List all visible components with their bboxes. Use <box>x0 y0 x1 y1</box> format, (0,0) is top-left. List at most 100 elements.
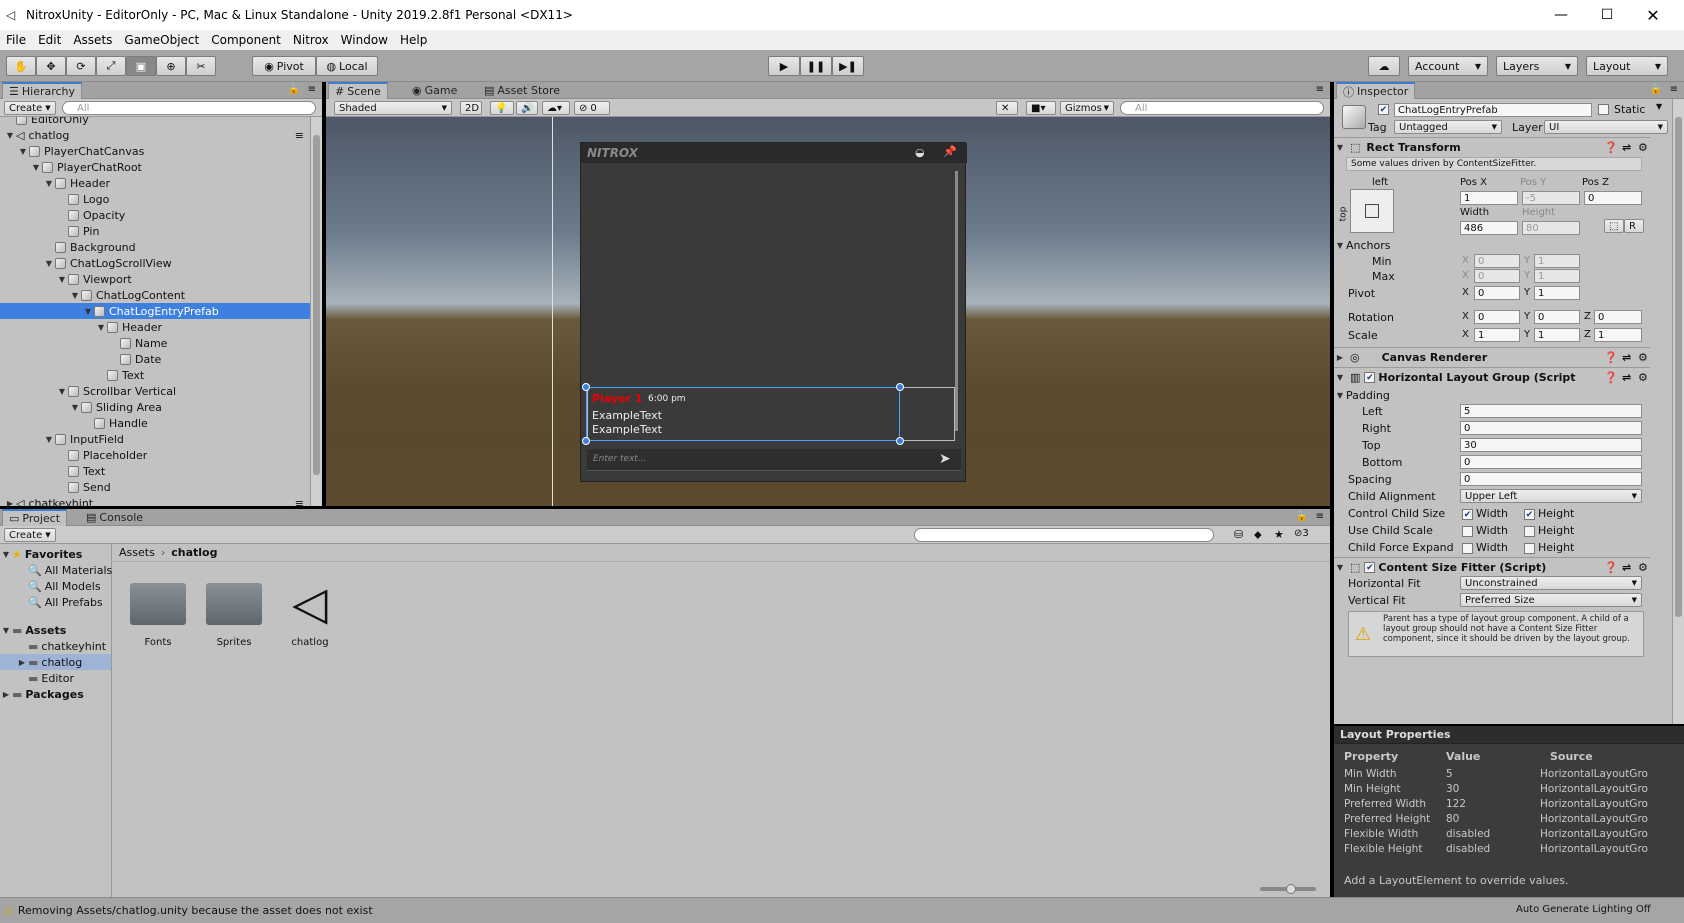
preset-icon[interactable]: ⇌ <box>1622 561 1631 574</box>
help-icon[interactable]: ❓ <box>1604 371 1618 384</box>
settings-gear-icon[interactable]: ⚙ <box>1638 351 1648 364</box>
csf-header[interactable]: ▼ ⬚ ✔ Content Size Fitter (Script) ❓ ⇌ ⚙ <box>1334 557 1650 577</box>
tab-asset-store[interactable]: ▤ Asset Store <box>478 82 566 99</box>
anchor-min-y-field[interactable]: 1 <box>1534 254 1580 268</box>
settings-gear-icon[interactable]: ⚙ <box>1638 141 1648 154</box>
scene-menu-icon[interactable]: ≡ <box>295 129 304 142</box>
hierarchy-item[interactable]: Date <box>0 351 310 367</box>
layer-dropdown[interactable]: UI ▼ <box>1544 120 1668 134</box>
chevron-down-icon[interactable]: ▼ <box>4 131 16 140</box>
panel-menu-icon[interactable]: ≡ <box>1670 84 1678 95</box>
help-icon[interactable]: ❓ <box>1604 141 1618 154</box>
rect-handle[interactable] <box>896 383 904 391</box>
close-button[interactable]: ✕ <box>1630 0 1676 30</box>
hierarchy-item[interactable]: Pin <box>0 223 310 239</box>
2d-toggle[interactable]: 2D <box>460 101 482 115</box>
camera-icon[interactable]: ■▾ <box>1026 101 1056 115</box>
padding-foldout[interactable]: ▼ Padding <box>1334 387 1390 403</box>
hierarchy-item[interactable]: Background <box>0 239 310 255</box>
tab-inspector[interactable]: ⓘ Inspector <box>1336 82 1416 99</box>
settings-gear-icon[interactable]: ⚙ <box>1638 561 1648 574</box>
static-checkbox[interactable] <box>1598 104 1609 115</box>
scene-menu-icon[interactable]: ≡ <box>295 497 304 507</box>
tab-hierarchy[interactable]: ☰ Hierarchy <box>2 82 83 99</box>
tab-game[interactable]: ◉ Game <box>406 82 463 99</box>
anchor-max-x-field[interactable]: 0 <box>1474 269 1520 283</box>
hierarchy-item[interactable]: Name <box>0 335 310 351</box>
asset-file[interactable]: Sprites <box>202 575 262 655</box>
posx-field[interactable]: 1 <box>1460 191 1518 205</box>
tools-icon[interactable]: ✕ <box>996 101 1018 115</box>
hierarchy-scroll-thumb[interactable] <box>313 135 320 475</box>
scale-tool-icon[interactable]: ⤢ <box>96 56 126 76</box>
control-width-toggle[interactable]: ✔ Width <box>1462 507 1508 520</box>
hierarchy-item[interactable]: Logo <box>0 191 310 207</box>
breadcrumb-chatlog[interactable]: chatlog <box>171 546 217 559</box>
menu-gameobject[interactable]: GameObject <box>118 33 205 47</box>
scale-width-toggle[interactable]: Width <box>1462 524 1508 537</box>
canvas-renderer-header[interactable]: ▶ ◎ Canvas Renderer ❓ ⇌ ⚙ <box>1334 347 1650 367</box>
hierarchy-item[interactable]: ▼ Scrollbar Vertical <box>0 383 310 399</box>
hlg-enabled-checkbox[interactable]: ✔ <box>1364 372 1376 383</box>
hierarchy-item[interactable]: ▼ ChatLogEntryPrefab <box>0 303 310 319</box>
rect-transform-header[interactable]: ▼ ⬚ Rect Transform ❓ ⇌ ⚙ <box>1334 137 1650 157</box>
filter-label-icon[interactable]: ⬥ <box>1254 528 1262 542</box>
status-message[interactable]: Removing Assets/chatlog.unity because th… <box>18 904 373 917</box>
tab-scene[interactable]: # Scene <box>328 82 388 99</box>
chevron-down-icon[interactable]: ▼ <box>30 163 42 172</box>
scale-z-field[interactable]: 1 <box>1594 328 1642 342</box>
menu-window[interactable]: Window <box>335 33 394 47</box>
chevron-down-icon[interactable]: ▼ <box>56 275 68 284</box>
active-checkbox[interactable]: ✔ <box>1378 104 1389 115</box>
hierarchy-item[interactable]: EditorOnly <box>0 117 310 127</box>
object-name-field[interactable]: ChatLogEntryPrefab <box>1394 103 1592 117</box>
hand-tool-icon[interactable]: ✋ <box>6 56 36 76</box>
hierarchy-scene-item[interactable]: ▼ ◁ chatlog ≡ <box>0 127 310 143</box>
preset-icon[interactable]: ⇌ <box>1622 371 1631 384</box>
hierarchy-item[interactable]: ▼ PlayerChatCanvas <box>0 143 310 159</box>
slider-thumb[interactable] <box>1286 884 1296 894</box>
rect-handle[interactable] <box>582 437 590 445</box>
chevron-down-icon[interactable]: ▼ <box>56 387 68 396</box>
panel-menu-icon[interactable]: ≡ <box>308 84 316 95</box>
audio-toggle-icon[interactable]: 🔊 <box>516 101 538 115</box>
play-button[interactable]: ▶ <box>768 56 800 76</box>
spacing-field[interactable]: 0 <box>1460 472 1642 486</box>
asset-file[interactable]: Fonts <box>126 575 186 655</box>
layout-properties-title[interactable]: Layout Properties <box>1334 726 1684 744</box>
transform-tool-icon[interactable]: ⊕ <box>156 56 186 76</box>
lock-icon[interactable]: 🔒 <box>1650 84 1662 95</box>
create-dropdown[interactable]: Create ▼ <box>4 101 56 115</box>
project-create-dropdown[interactable]: Create ▼ <box>4 528 56 542</box>
favorite-item[interactable]: 🔍 All Models <box>0 578 111 594</box>
lighting-toggle-icon[interactable]: 💡 <box>490 101 514 115</box>
opacity-icon[interactable]: ◒ <box>915 146 925 159</box>
scale-height-toggle[interactable]: Height <box>1524 524 1574 537</box>
filter-type-icon[interactable]: ⛁ <box>1234 528 1243 541</box>
effects-toggle-icon[interactable]: ☁▾ <box>542 101 570 115</box>
tab-project[interactable]: ▭ Project <box>2 509 68 526</box>
padding-bottom-field[interactable]: 0 <box>1460 455 1642 469</box>
pause-button[interactable]: ❚❚ <box>800 56 832 76</box>
chevron-right-icon[interactable]: ▶ <box>4 499 16 507</box>
scale-y-field[interactable]: 1 <box>1534 328 1580 342</box>
padding-left-field[interactable]: 5 <box>1460 404 1642 418</box>
asset-folder-item[interactable]: ▬ Editor <box>0 670 111 686</box>
maximize-button[interactable]: ☐ <box>1584 0 1630 30</box>
hierarchy-item[interactable]: ▼ ChatLogContent <box>0 287 310 303</box>
asset-folder-item[interactable]: ▬ chatkeyhint <box>0 638 111 654</box>
chevron-down-icon[interactable]: ▼ <box>43 179 55 188</box>
blueprint-mode-button[interactable]: ⬚ <box>1604 219 1624 233</box>
hierarchy-item[interactable]: Handle <box>0 415 310 431</box>
scene-search-input[interactable]: All <box>1120 101 1324 115</box>
menu-component[interactable]: Component <box>205 33 287 47</box>
help-icon[interactable]: ❓ <box>1604 561 1618 574</box>
step-button[interactable]: ▶❚ <box>832 56 864 76</box>
chevron-down-icon[interactable]: ▼ <box>69 291 81 300</box>
send-icon[interactable]: ➤ <box>939 451 951 467</box>
hlg-header[interactable]: ▼ ▥ ✔ Horizontal Layout Group (Script ❓ ⇌ ⚙ <box>1334 367 1650 387</box>
lock-icon[interactable]: 🔒 <box>1296 511 1308 522</box>
help-icon[interactable]: ❓ <box>1604 351 1618 364</box>
tag-dropdown[interactable]: Untagged ▼ <box>1394 120 1502 134</box>
raw-edit-button[interactable]: R <box>1624 219 1644 233</box>
